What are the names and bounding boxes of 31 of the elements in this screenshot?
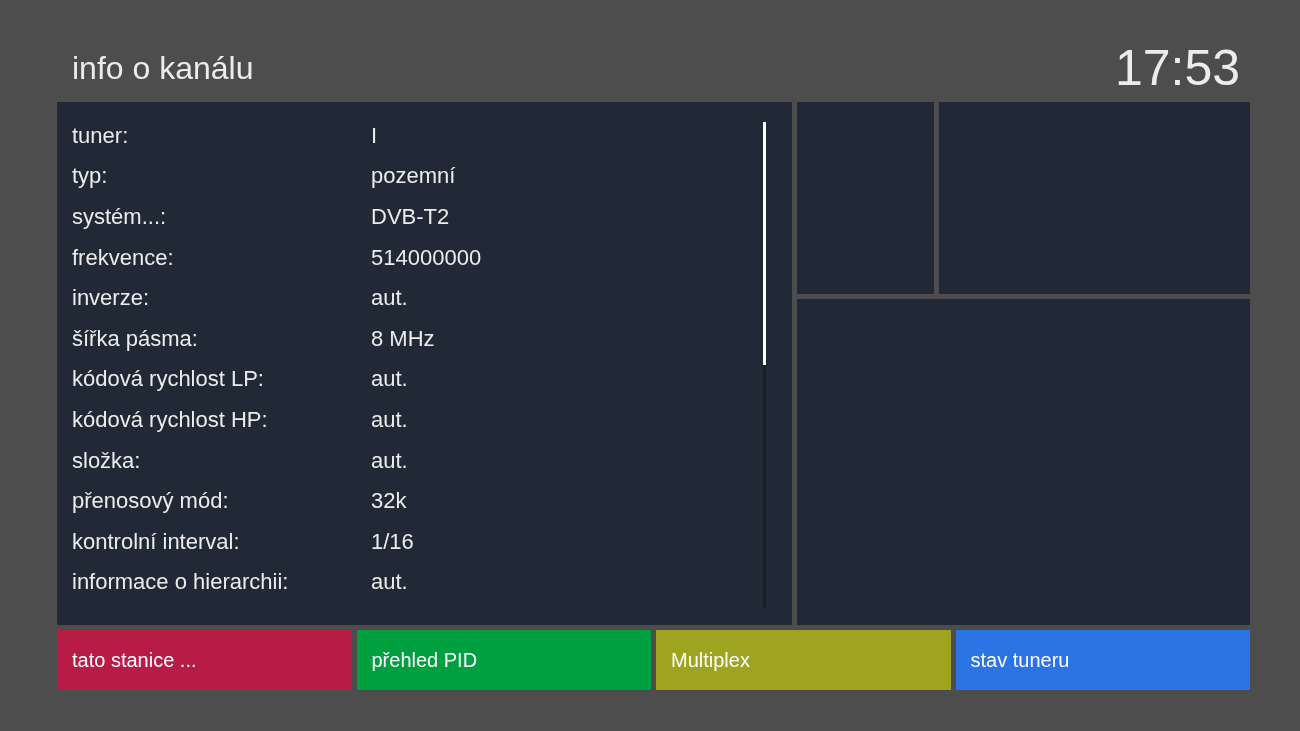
info-value: 1/16 bbox=[371, 527, 414, 556]
color-key-button[interactable]: stav tuneru bbox=[955, 630, 1250, 690]
info-value: aut. bbox=[371, 405, 408, 434]
info-value: 32k bbox=[371, 487, 407, 516]
info-label: kontrolní interval: bbox=[72, 527, 241, 556]
info-label: frekvence: bbox=[72, 243, 175, 272]
color-key-button[interactable]: Multiplex bbox=[656, 630, 951, 690]
info-value: aut. bbox=[371, 446, 408, 475]
info-label: systém...: bbox=[72, 203, 168, 231]
info-value: 514000000 bbox=[371, 243, 482, 272]
info-value: aut. bbox=[371, 365, 408, 394]
info-label: kódová rychlost HP: bbox=[72, 405, 269, 434]
info-label: přenosový mód: bbox=[72, 487, 230, 516]
info-label: typ: bbox=[72, 162, 109, 191]
color-key-button[interactable]: tato stanice ... bbox=[57, 630, 352, 690]
info-label: inverze: bbox=[72, 284, 151, 313]
info-value: I bbox=[371, 121, 378, 150]
info-value: DVB-T2 bbox=[371, 203, 450, 231]
info-label: tuner: bbox=[72, 121, 130, 150]
info-label: informace o hierarchii: bbox=[72, 568, 290, 597]
clock: 17:53 bbox=[1114, 38, 1241, 98]
info-label: složka: bbox=[72, 446, 142, 475]
scrollbar[interactable] bbox=[763, 122, 766, 608]
info-value: aut. bbox=[371, 284, 408, 313]
info-value: aut. bbox=[371, 568, 408, 597]
color-key-button[interactable]: přehled PID bbox=[356, 630, 651, 690]
screen-title: info o kanálu bbox=[71, 49, 254, 88]
info-value: 8 MHz bbox=[371, 324, 435, 353]
info-value: pozemní bbox=[371, 162, 456, 191]
info-label: kódová rychlost LP: bbox=[72, 365, 265, 394]
info-label: šířka pásma: bbox=[72, 324, 199, 353]
